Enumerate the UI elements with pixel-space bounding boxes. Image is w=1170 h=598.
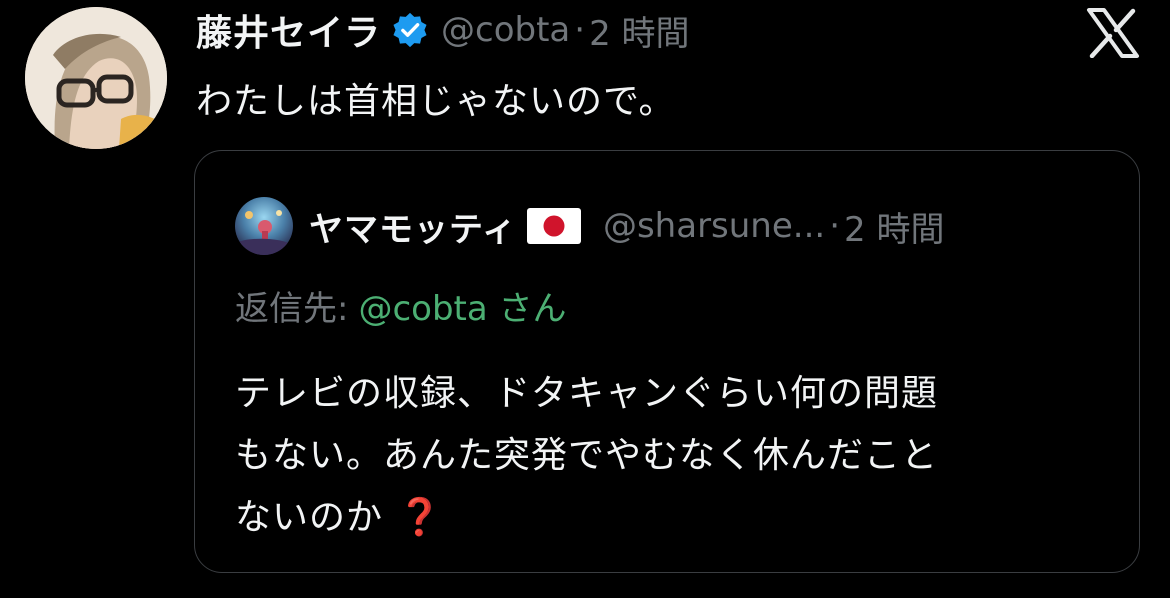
quote-author-handle[interactable]: @sharsune... <box>603 206 825 246</box>
author-display-name[interactable]: 藤井セイラ <box>196 4 381 56</box>
quote-text-line-last: ないのか ❓ <box>235 487 1115 549</box>
verified-badge-icon <box>391 11 429 49</box>
author-avatar[interactable] <box>25 7 167 149</box>
quote-text-line: ないのか <box>235 497 384 538</box>
reply-to-label: 返信先: <box>235 289 349 329</box>
x-logo-icon <box>1086 8 1140 58</box>
tweet-timestamp[interactable]: 2 時間 <box>589 6 689 55</box>
reply-to-line: 返信先: @cobta さん <box>235 281 567 330</box>
quote-author-avatar[interactable] <box>235 197 293 255</box>
tweet-author-row: 藤井セイラ @cobta · 2 時間 <box>196 4 690 56</box>
japan-flag-icon <box>526 208 581 244</box>
quote-author-display-name[interactable]: ヤマモッティ <box>309 202 517 251</box>
quote-author-row: ヤマモッティ @sharsune... · 2 時間 <box>235 197 944 255</box>
quote-text-line: もない。あんた突発でやむなく休んだこと <box>235 435 939 476</box>
meta-separator: · <box>574 10 586 50</box>
reply-to-handle[interactable]: @cobta さん <box>358 289 566 329</box>
quote-tweet-text: テレビの収録、ドタキャンぐらい何の問題 もない。あんた突発でやむなく休んだこと … <box>235 363 1115 549</box>
quote-tweet-card[interactable]: ヤマモッティ @sharsune... · 2 時間 返信先: @cobta さん… <box>194 150 1140 573</box>
quote-text-line: テレビの収録、ドタキャンぐらい何の問題 <box>235 373 939 414</box>
question-mark-emoji: ❓ <box>397 497 443 538</box>
quote-meta-separator: · <box>829 206 841 246</box>
tweet-text: わたしは首相じゃないので。 <box>196 81 676 122</box>
author-handle[interactable]: @cobta <box>441 10 570 50</box>
avatar-image <box>25 7 167 149</box>
quote-timestamp[interactable]: 2 時間 <box>844 202 944 251</box>
